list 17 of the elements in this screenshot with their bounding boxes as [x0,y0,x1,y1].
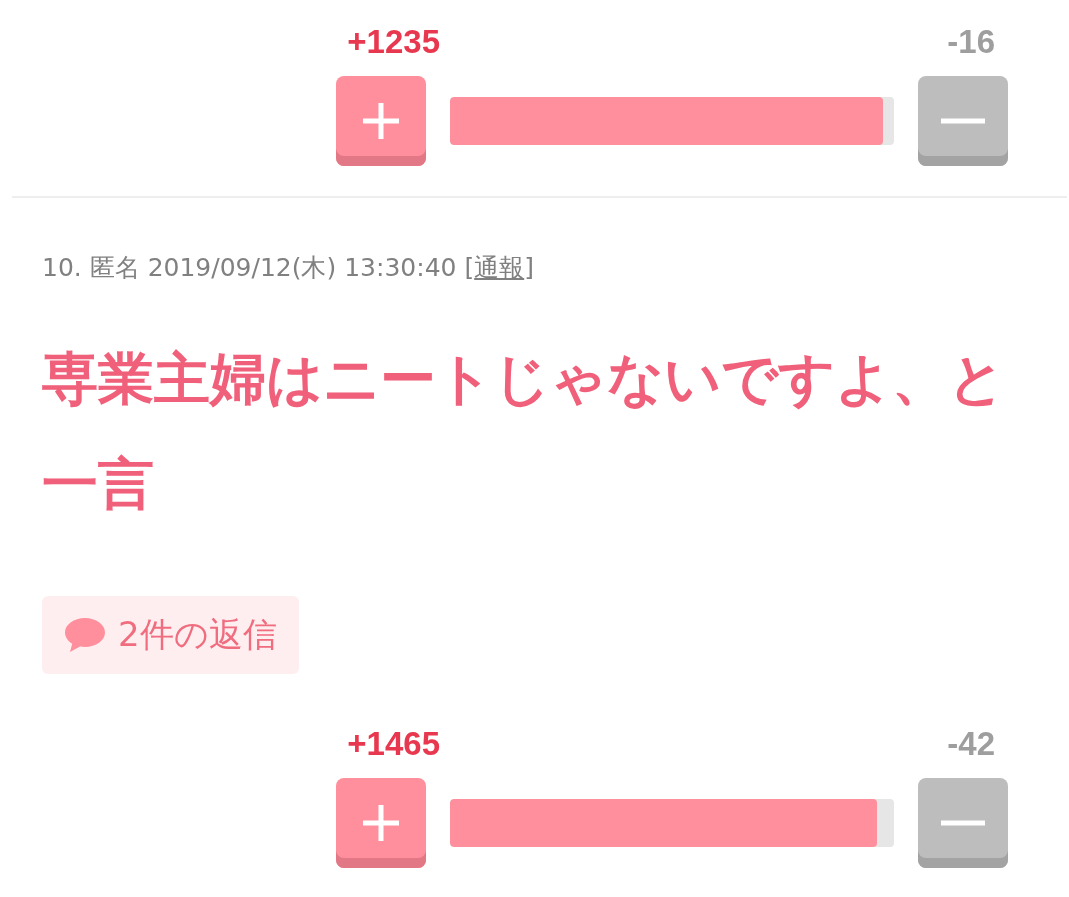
plus-icon [361,803,401,843]
speech-bubble-icon [64,617,106,653]
report-link[interactable]: 通報 [474,253,525,282]
comment-body: 専業主婦はニートじゃないですよ、と一言 [42,345,1006,518]
minus-count: -16 [947,22,995,62]
minus-count: -42 [947,724,995,764]
minus-icon [941,118,985,124]
replies-button[interactable]: 2件の返信 [42,596,299,674]
plus-button[interactable] [336,778,426,868]
plus-count: +1235 [347,22,440,62]
minus-icon [941,820,985,826]
minus-button[interactable] [918,778,1008,868]
plus-icon [361,101,401,141]
plus-button[interactable] [336,76,426,166]
comment-meta: 10. 匿名 2019/09/12(木) 13:30:40 [通報] [42,252,535,284]
minus-button[interactable] [918,76,1008,166]
plus-count: +1465 [347,724,440,764]
